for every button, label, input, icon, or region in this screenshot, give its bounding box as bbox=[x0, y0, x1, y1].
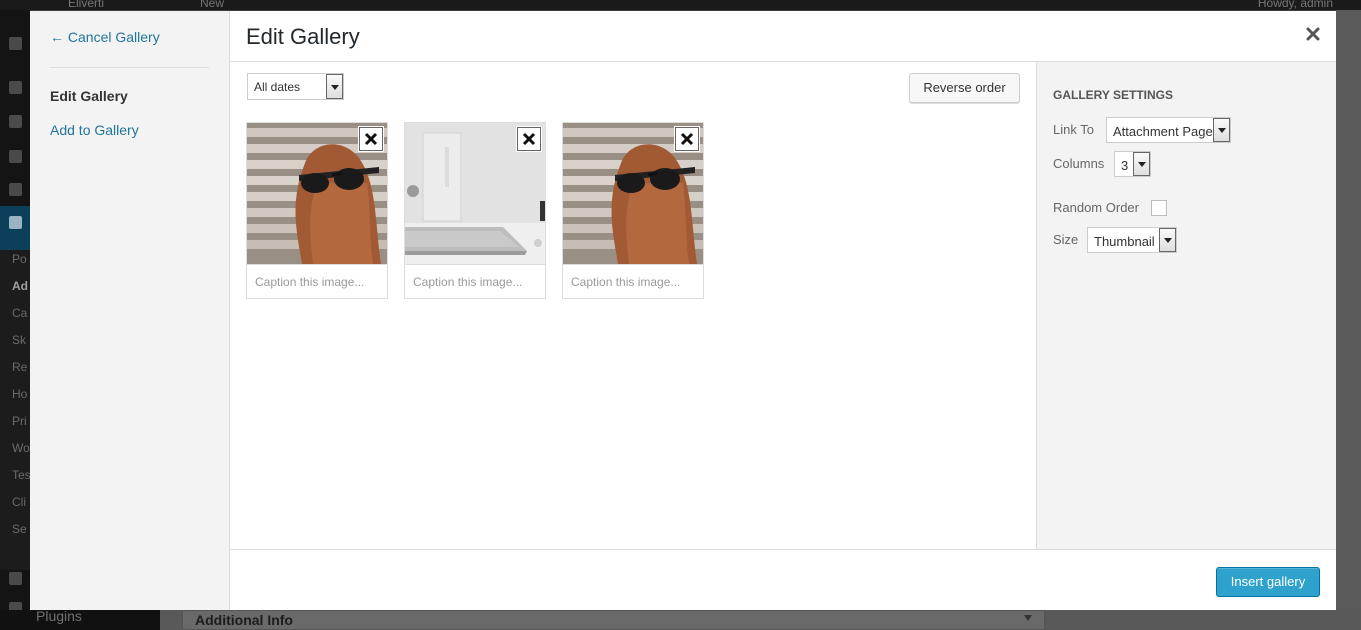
dashboard-icon bbox=[9, 37, 22, 50]
caption-input[interactable] bbox=[405, 265, 545, 298]
submenu-item: Ho bbox=[12, 387, 28, 401]
columns-select[interactable]: 3 bbox=[1114, 151, 1151, 177]
background-bottom: Plugins Additional Info bbox=[0, 608, 1361, 630]
menu-item-add-to-gallery[interactable]: Add to Gallery bbox=[50, 122, 139, 138]
posts-icon bbox=[9, 216, 22, 229]
submenu-item: Cli bbox=[12, 495, 26, 509]
size-select[interactable]: Thumbnail bbox=[1087, 227, 1177, 253]
menu-item-edit-gallery[interactable]: Edit Gallery bbox=[50, 88, 128, 104]
gallery-settings-panel: Gallery Settings Link To Attachment Page… bbox=[1036, 62, 1336, 549]
dropdown-arrow-icon bbox=[1159, 228, 1176, 252]
submenu-item: Re bbox=[12, 360, 28, 374]
attachment-caption bbox=[405, 264, 545, 298]
dropdown-arrow-icon bbox=[1133, 152, 1150, 176]
close-icon bbox=[1306, 27, 1320, 41]
additional-info-box: Additional Info bbox=[182, 610, 1045, 630]
reverse-order-button[interactable]: Reverse order bbox=[909, 73, 1020, 103]
cancel-gallery-link[interactable]: ← Cancel Gallery bbox=[50, 29, 160, 45]
media-modal: ← Cancel Gallery Edit Gallery Add to Gal… bbox=[30, 11, 1336, 610]
caption-input[interactable] bbox=[563, 265, 703, 298]
admin-bar-new: New bbox=[200, 0, 225, 10]
columns-value: 3 bbox=[1121, 158, 1129, 173]
modal-footer-toolbar: Insert gallery bbox=[230, 549, 1336, 610]
gallery-attachment[interactable] bbox=[562, 122, 704, 299]
close-icon bbox=[364, 132, 378, 146]
date-filter-select[interactable]: All dates bbox=[247, 73, 344, 100]
media-icon bbox=[9, 115, 22, 128]
submenu-item: Ca bbox=[12, 306, 28, 320]
background-content bbox=[1336, 10, 1361, 610]
date-filter-value: All dates bbox=[254, 80, 301, 94]
columns-label: Columns bbox=[1053, 156, 1105, 171]
insert-gallery-button[interactable]: Insert gallery bbox=[1216, 567, 1320, 597]
admin-bar-site: Eliverti bbox=[68, 0, 105, 10]
pages-icon bbox=[9, 150, 22, 163]
dropdown-arrow-icon bbox=[1213, 118, 1230, 142]
pin-icon bbox=[9, 81, 22, 94]
plugins-menu-label: Plugins bbox=[36, 608, 82, 624]
random-order-checkbox[interactable] bbox=[1151, 200, 1167, 216]
gallery-attachment[interactable] bbox=[404, 122, 546, 299]
remove-attachment-button[interactable] bbox=[675, 127, 699, 151]
link-to-label: Link To bbox=[1053, 122, 1094, 137]
page-title: Edit Gallery bbox=[246, 24, 360, 49]
admin-bar: Eliverti New Howdy, admin bbox=[0, 0, 1361, 10]
caption-input[interactable] bbox=[247, 265, 387, 298]
attachment-caption bbox=[563, 264, 703, 298]
dropdown-arrow-icon bbox=[326, 74, 343, 99]
admin-sidebar: Po Ad Ca Sk Re Ho Pri Wo Tes Cli Se bbox=[0, 10, 30, 630]
tools-icon bbox=[9, 572, 22, 585]
submenu-item: Po bbox=[12, 252, 27, 266]
comments-icon bbox=[9, 183, 22, 196]
submenu-item: Tes bbox=[12, 468, 30, 482]
additional-info-title: Additional Info bbox=[195, 612, 293, 628]
menu-separator bbox=[50, 67, 209, 68]
size-label: Size bbox=[1053, 232, 1079, 247]
submenu-item: Ad bbox=[12, 279, 28, 293]
toggle-arrow-icon bbox=[1024, 615, 1032, 621]
close-icon bbox=[680, 132, 694, 146]
link-to-select[interactable]: Attachment Page bbox=[1106, 117, 1231, 143]
modal-title-bar: Edit Gallery bbox=[230, 11, 1336, 62]
gallery-settings-heading: Gallery Settings bbox=[1053, 88, 1174, 102]
close-modal-button[interactable] bbox=[1304, 25, 1322, 43]
media-menu: ← Cancel Gallery Edit Gallery Add to Gal… bbox=[30, 11, 230, 610]
submenu-item: Pri bbox=[12, 414, 27, 428]
close-icon bbox=[522, 132, 536, 146]
attachment-caption bbox=[247, 264, 387, 298]
admin-bar-howdy: Howdy, admin bbox=[1257, 0, 1333, 10]
remove-attachment-button[interactable] bbox=[517, 127, 541, 151]
submenu-item: Sk bbox=[12, 333, 27, 347]
submenu-item: Wo bbox=[12, 441, 30, 455]
random-order-label: Random Order bbox=[1053, 200, 1139, 215]
gallery-attachment[interactable] bbox=[246, 122, 388, 299]
size-value: Thumbnail bbox=[1094, 234, 1155, 249]
submenu-item: Se bbox=[12, 522, 27, 536]
remove-attachment-button[interactable] bbox=[359, 127, 383, 151]
link-to-value: Attachment Page bbox=[1113, 124, 1213, 139]
